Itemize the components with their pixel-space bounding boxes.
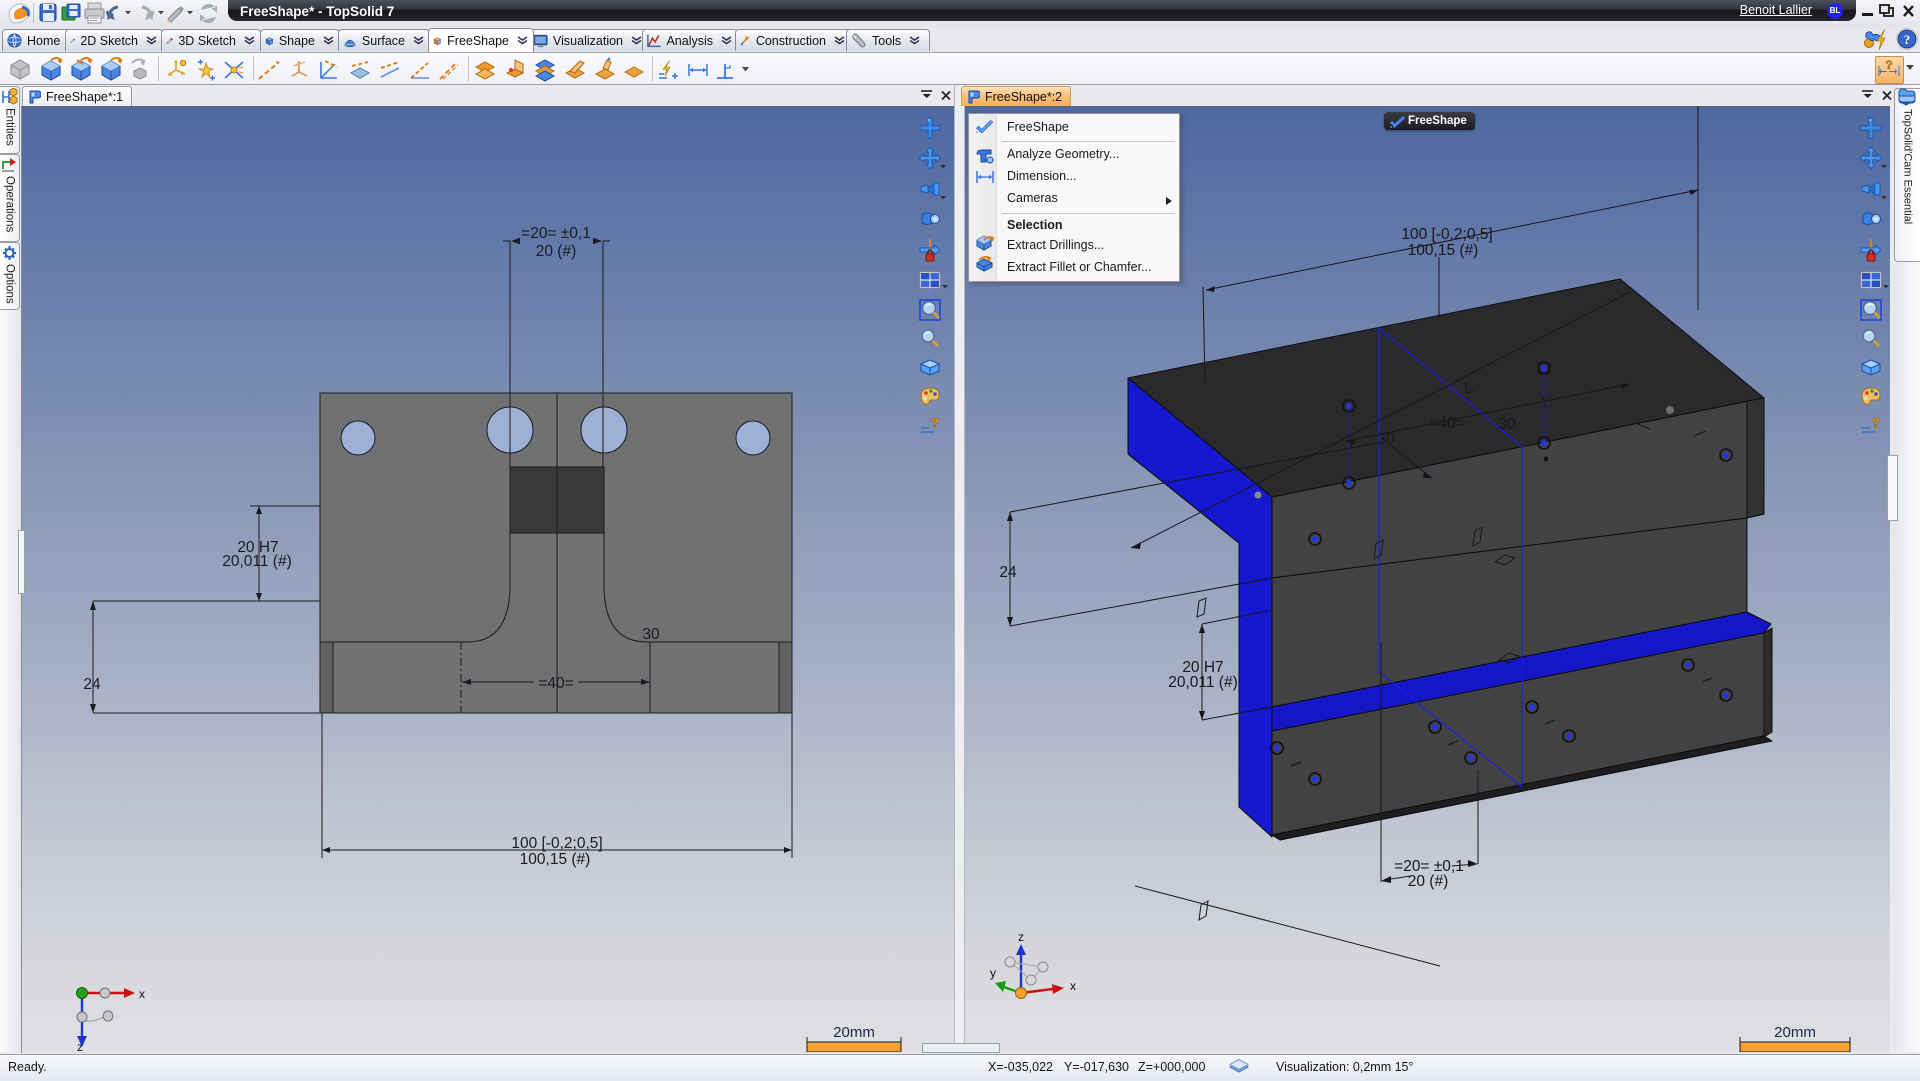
svg-text:20mm: 20mm xyxy=(833,1024,875,1041)
svg-text:24: 24 xyxy=(999,564,1017,581)
svg-text:100 [-0,2;0,5]: 100 [-0,2;0,5] xyxy=(1401,226,1492,243)
svg-text:20 (#): 20 (#) xyxy=(536,243,577,260)
svg-text:=40=: =40= xyxy=(1429,415,1464,432)
svg-text:100 [-0,2;0,5]: 100 [-0,2;0,5] xyxy=(511,835,602,852)
svg-text:30: 30 xyxy=(1498,416,1516,433)
svg-text:100,15 (#): 100,15 (#) xyxy=(520,851,591,868)
svg-text:100,15 (#): 100,15 (#) xyxy=(1408,242,1479,259)
svg-text:=20= ±0,1: =20= ±0,1 xyxy=(521,225,591,242)
svg-text:z: z xyxy=(77,1040,83,1052)
svg-text:20mm: 20mm xyxy=(1774,1024,1816,1041)
svg-text:=40=: =40= xyxy=(538,675,573,692)
svg-text:?: ? xyxy=(1904,32,1911,47)
svg-text:30: 30 xyxy=(642,626,660,643)
svg-text:x: x xyxy=(1070,979,1076,993)
svg-text:z: z xyxy=(1018,930,1024,944)
svg-text:x: x xyxy=(139,987,145,1001)
svg-text:20,011 (#): 20,011 (#) xyxy=(222,553,292,570)
svg-text:20,011 (#): 20,011 (#) xyxy=(1168,674,1238,691)
svg-text:?: ? xyxy=(1885,58,1892,72)
svg-text:y: y xyxy=(990,966,996,980)
svg-text:24: 24 xyxy=(83,676,101,693)
svg-text:20 (#): 20 (#) xyxy=(1408,873,1449,890)
svg-text:30: 30 xyxy=(1377,431,1395,448)
